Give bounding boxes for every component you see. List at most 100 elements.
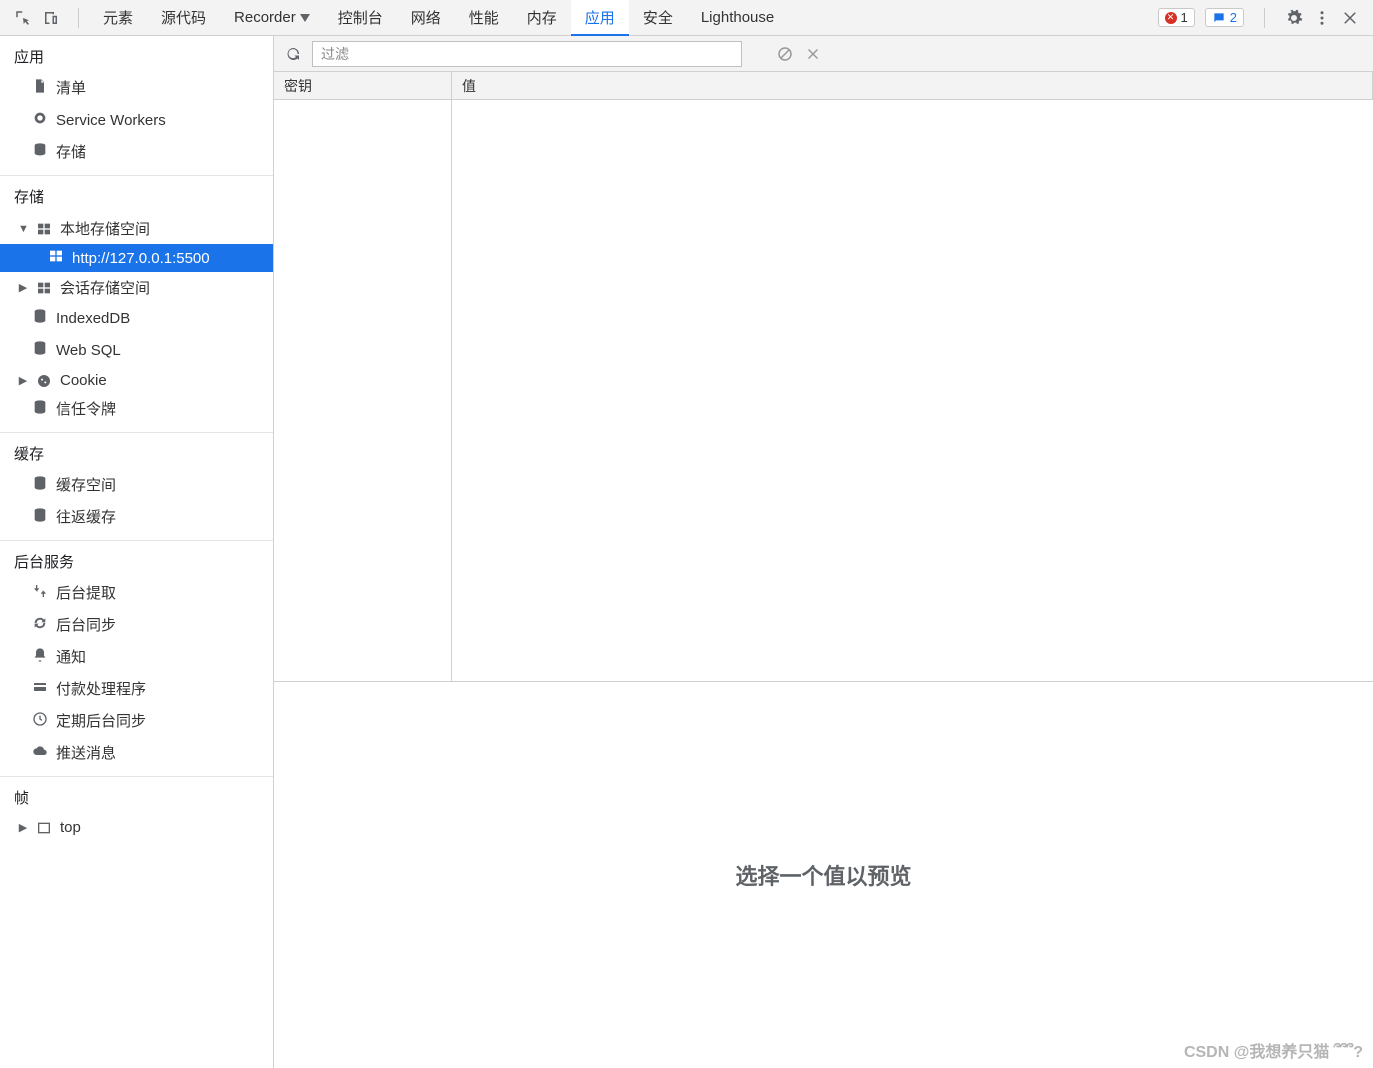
sidebar: 应用 清单 Service Workers 存储 存储 ▼ 本地存储空间 [0, 36, 274, 1068]
column-value[interactable]: 值 [452, 72, 1373, 99]
cloud-icon [32, 743, 48, 765]
tabs: 元素 源代码 Recorder 控制台 网络 性能 内存 应用 安全 Light… [89, 0, 788, 35]
section-cache: 缓存 缓存空间 往返缓存 [0, 432, 273, 534]
frame-icon [36, 820, 52, 836]
sidebar-item-label: 本地存储空间 [60, 218, 150, 239]
tab-console[interactable]: 控制台 [324, 0, 397, 35]
clock-icon [32, 711, 48, 733]
section-application: 应用 清单 Service Workers 存储 [0, 36, 273, 169]
sidebar-item-label: Web SQL [56, 341, 121, 361]
sidebar-item-bg-sync[interactable]: 后台同步 [0, 610, 273, 642]
sidebar-item-storage[interactable]: 存储 [0, 137, 273, 169]
sidebar-item-manifest[interactable]: 清单 [0, 73, 273, 105]
grid-header: 密钥 值 [274, 72, 1373, 100]
block-icon[interactable] [776, 45, 794, 63]
errors-count: 1 [1181, 10, 1188, 25]
sidebar-item-label: 定期后台同步 [56, 712, 146, 732]
database-icon [32, 399, 48, 421]
table-icon [36, 221, 52, 237]
sidebar-item-label: 存储 [56, 143, 86, 163]
preview-empty-text: 选择一个值以预览 [735, 859, 911, 891]
tab-security[interactable]: 安全 [629, 0, 687, 35]
sidebar-item-websql[interactable]: Web SQL [0, 335, 273, 367]
gear-icon[interactable] [1285, 9, 1303, 27]
tabbar-right-controls: ✕ 1 2 [1158, 8, 1367, 28]
sidebar-item-label: 清单 [56, 79, 86, 99]
table-icon [36, 280, 52, 296]
chevron-down-icon: ▼ [18, 223, 28, 235]
messages-count: 2 [1230, 10, 1237, 25]
sidebar-item-bf-cache[interactable]: 往返缓存 [0, 502, 273, 534]
device-toggle-icon[interactable] [42, 9, 60, 27]
gear-icon [32, 110, 48, 132]
tab-elements[interactable]: 元素 [89, 0, 147, 35]
tab-sources[interactable]: 源代码 [147, 0, 220, 35]
sidebar-item-cache-storage[interactable]: 缓存空间 [0, 470, 273, 502]
database-icon [32, 507, 48, 529]
tab-memory[interactable]: 内存 [513, 0, 571, 35]
section-frames: 帧 ▶ top [0, 776, 273, 841]
tab-application[interactable]: 应用 [571, 0, 629, 35]
bell-icon [32, 647, 48, 669]
sidebar-item-cookie[interactable]: ▶ Cookie [0, 367, 273, 394]
grid-body[interactable] [274, 100, 1373, 681]
sidebar-item-service-workers[interactable]: Service Workers [0, 105, 273, 137]
sidebar-item-label: 付款处理程序 [56, 680, 146, 700]
tab-recorder[interactable]: Recorder [220, 0, 324, 35]
sidebar-item-notifications[interactable]: 通知 [0, 642, 273, 674]
sidebar-item-label: Service Workers [56, 111, 166, 131]
sidebar-item-frame-top[interactable]: ▶ top [0, 814, 273, 841]
messages-badge[interactable]: 2 [1205, 8, 1244, 27]
inspect-icon[interactable] [14, 9, 32, 27]
sidebar-item-label: Cookie [60, 372, 107, 389]
close-icon[interactable] [1341, 9, 1359, 27]
tab-lighthouse[interactable]: Lighthouse [687, 0, 788, 35]
sidebar-item-label: 信任令牌 [56, 400, 116, 420]
more-icon[interactable] [1313, 9, 1331, 27]
card-icon [32, 679, 48, 701]
errors-badge[interactable]: ✕ 1 [1158, 8, 1195, 27]
storage-grid: 密钥 值 [274, 72, 1373, 682]
sync-icon [32, 615, 48, 637]
sidebar-item-bg-fetch[interactable]: 后台提取 [0, 578, 273, 610]
sidebar-item-local-storage[interactable]: ▼ 本地存储空间 [0, 213, 273, 244]
sidebar-item-label: top [60, 819, 81, 836]
chevron-right-icon: ▶ [18, 281, 28, 294]
tab-performance[interactable]: 性能 [455, 0, 513, 35]
chevron-right-icon: ▶ [18, 821, 28, 834]
sidebar-item-session-storage[interactable]: ▶ 会话存储空间 [0, 272, 273, 303]
database-icon [32, 308, 48, 330]
recorder-dropdown-icon [300, 14, 310, 22]
database-icon [32, 340, 48, 362]
sidebar-item-trust-tokens[interactable]: 信任令牌 [0, 394, 273, 426]
transfer-icon [32, 583, 48, 605]
sidebar-item-local-storage-origin[interactable]: http://127.0.0.1:5500 [0, 244, 273, 272]
sidebar-item-payment[interactable]: 付款处理程序 [0, 674, 273, 706]
section-application-title: 应用 [0, 36, 273, 73]
error-icon: ✕ [1165, 12, 1177, 24]
message-icon [1212, 11, 1226, 25]
sidebar-item-label: 往返缓存 [56, 508, 116, 528]
section-bg-services: 后台服务 后台提取 后台同步 通知 付款处理程序 定期后台同步 [0, 540, 273, 770]
clear-icon[interactable] [804, 45, 822, 63]
tab-network[interactable]: 网络 [397, 0, 455, 35]
chevron-right-icon: ▶ [18, 374, 28, 387]
sidebar-item-indexeddb[interactable]: IndexedDB [0, 303, 273, 335]
preview-pane: 选择一个值以预览 CSDN @我想养只猫 ՞՞՞? [274, 682, 1373, 1068]
table-icon [48, 248, 64, 268]
right-panel: 密钥 值 选择一个值以预览 CSDN @我想养只猫 ՞՞՞? [274, 36, 1373, 1068]
sidebar-item-periodic-sync[interactable]: 定期后台同步 [0, 706, 273, 738]
separator [78, 8, 79, 28]
file-icon [32, 78, 48, 100]
refresh-icon[interactable] [284, 45, 302, 63]
tab-recorder-label: Recorder [234, 9, 296, 26]
sidebar-item-label: IndexedDB [56, 309, 130, 329]
sidebar-item-label: 推送消息 [56, 744, 116, 764]
sidebar-item-label: 通知 [56, 648, 86, 668]
storage-toolbar [274, 36, 1373, 72]
column-key[interactable]: 密钥 [274, 72, 452, 99]
database-icon [32, 475, 48, 497]
section-bg-title: 后台服务 [0, 541, 273, 578]
sidebar-item-push[interactable]: 推送消息 [0, 738, 273, 770]
filter-input[interactable] [312, 41, 742, 67]
